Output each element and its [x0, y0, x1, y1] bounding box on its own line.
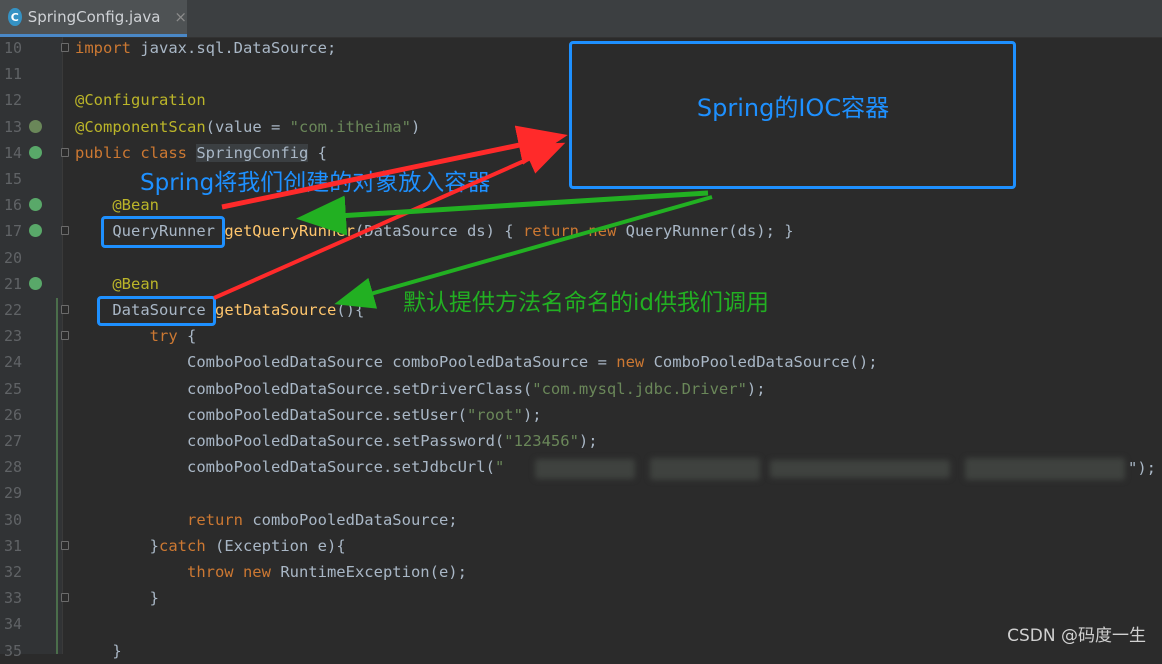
- annotation-arrows: [213, 125, 713, 309]
- red-arrow-datasource: [213, 142, 566, 300]
- watermark: CSDN @码度一生: [1007, 626, 1146, 646]
- red-arrow-queryrunner: [221, 125, 568, 210]
